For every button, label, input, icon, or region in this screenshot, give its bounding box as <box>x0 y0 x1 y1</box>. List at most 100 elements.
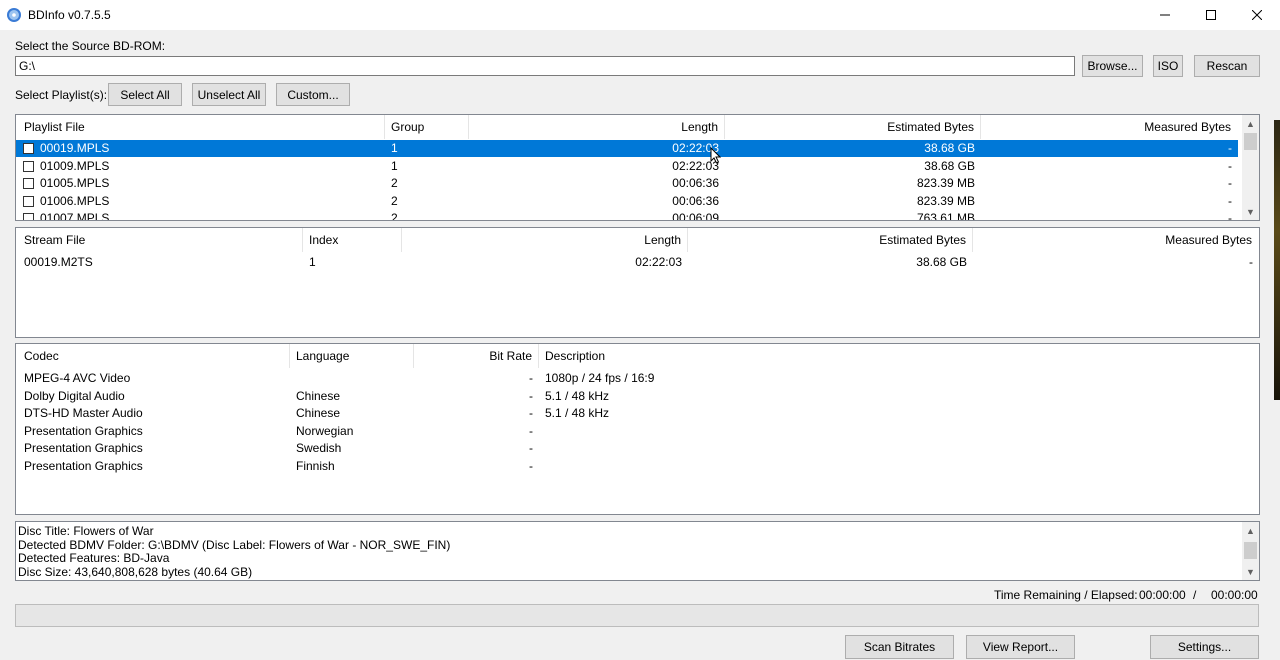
codec-row[interactable]: MPEG-4 AVC Video - 1080p / 24 fps / 16:9 <box>16 370 1259 387</box>
playlist-measured-bytes: - <box>1228 141 1232 155</box>
codec-row[interactable]: Presentation Graphics Swedish - <box>16 440 1259 457</box>
time-remaining-label: Time Remaining / Elapsed: <box>994 588 1138 602</box>
scan-bitrates-button[interactable]: Scan Bitrates <box>845 635 954 659</box>
playlist-row[interactable]: 01009.MPLS 1 02:22:03 38.68 GB - <box>16 158 1238 175</box>
playlist-length: 00:06:36 <box>672 193 719 208</box>
minimize-button[interactable] <box>1142 0 1188 30</box>
scan-progress-bar <box>15 604 1259 627</box>
playlist-estimated-bytes: 823.39 MB <box>916 193 975 208</box>
codec-language: Finnish <box>296 458 335 473</box>
codec-row[interactable]: Presentation Graphics Finnish - <box>16 458 1259 475</box>
playlist-checkbox[interactable] <box>23 195 34 207</box>
column-measured-bytes[interactable]: Measured Bytes <box>981 115 1237 139</box>
column-index[interactable]: Index <box>303 228 400 252</box>
codec-bit-rate: - <box>529 388 533 403</box>
codec-language: Chinese <box>296 406 341 420</box>
playlist-measured-bytes: - <box>1228 158 1232 173</box>
disc-info-log[interactable]: Disc Title: Flowers of War Detected BDMV… <box>15 521 1260 581</box>
codec-name: MPEG-4 AVC Video <box>24 371 131 385</box>
codec-bit-rate: - <box>529 423 533 438</box>
log-scrollbar[interactable]: ▲ ▼ <box>1242 522 1259 580</box>
desktop-background-edge <box>1274 120 1280 400</box>
playlist-group: 1 <box>391 158 398 173</box>
playlist-file: 01009.MPLS <box>40 158 110 173</box>
codec-description: 5.1 / 48 kHz <box>545 406 610 420</box>
column-group[interactable]: Group <box>385 115 467 139</box>
codec-description <box>539 440 1239 457</box>
codec-name: Dolby Digital Audio <box>24 388 125 403</box>
scroll-down-arrow-icon[interactable]: ▼ <box>1242 563 1259 580</box>
codec-description <box>539 423 1239 440</box>
column-bit-rate[interactable]: Bit Rate <box>414 344 538 368</box>
codec-language: Norwegian <box>296 423 354 438</box>
codec-row[interactable]: DTS-HD Master Audio Chinese - 5.1 / 48 k… <box>16 405 1259 422</box>
window-title: BDInfo v0.7.5.5 <box>28 8 111 22</box>
playlist-estimated-bytes: 38.68 GB <box>924 158 975 173</box>
column-playlist-file[interactable]: Playlist File <box>18 115 383 139</box>
unselect-all-button[interactable]: Unselect All <box>192 83 266 106</box>
scroll-down-arrow-icon[interactable]: ▼ <box>1242 203 1259 220</box>
scroll-up-arrow-icon[interactable]: ▲ <box>1242 115 1259 132</box>
time-separator: / <box>1193 588 1197 602</box>
close-button[interactable] <box>1234 0 1280 30</box>
select-playlists-label: Select Playlist(s): <box>15 88 108 102</box>
playlist-list[interactable]: Playlist File Group Length Estimated Byt… <box>15 114 1260 221</box>
rescan-button[interactable]: Rescan <box>1194 55 1260 77</box>
column-stream-file[interactable]: Stream File <box>18 228 302 252</box>
stream-file: 00019.M2TS <box>24 255 93 269</box>
playlist-checkbox[interactable] <box>23 143 34 154</box>
codec-row[interactable]: Presentation Graphics Norwegian - <box>16 423 1259 440</box>
stream-estimated-bytes: 38.68 GB <box>916 255 967 269</box>
playlist-row[interactable]: 00019.MPLS 1 02:22:03 38.68 GB - <box>16 140 1238 157</box>
playlist-checkbox[interactable] <box>23 213 34 220</box>
playlist-length: 02:22:03 <box>672 141 719 155</box>
column-description[interactable]: Description <box>539 344 1239 368</box>
stream-row[interactable]: 00019.M2TS 1 02:22:03 38.68 GB - <box>16 254 1259 271</box>
codec-name: Presentation Graphics <box>24 458 143 473</box>
minimize-icon <box>1160 14 1170 16</box>
custom-button[interactable]: Custom... <box>276 83 350 106</box>
column-estimated-bytes[interactable]: Estimated Bytes <box>725 115 980 139</box>
stream-file-list[interactable]: Stream File Index Length Estimated Bytes… <box>15 227 1260 338</box>
column-codec[interactable]: Codec <box>18 344 288 368</box>
playlist-file: 01006.MPLS <box>40 193 110 208</box>
codec-bit-rate: - <box>529 441 533 455</box>
column-length[interactable]: Length <box>402 228 687 252</box>
codec-description <box>539 458 1239 475</box>
log-line: Detected BDMV Folder: G:\BDMV (Disc Labe… <box>18 537 451 552</box>
maximize-icon <box>1206 10 1216 20</box>
column-measured-bytes[interactable]: Measured Bytes <box>973 228 1258 252</box>
playlist-row[interactable]: 01006.MPLS 2 00:06:36 823.39 MB - <box>16 193 1238 210</box>
codec-row[interactable]: Dolby Digital Audio Chinese - 5.1 / 48 k… <box>16 388 1259 405</box>
log-line: Disc Title: Flowers of War <box>18 524 154 538</box>
scroll-thumb[interactable] <box>1244 542 1257 559</box>
playlist-measured-bytes: - <box>1228 211 1232 221</box>
log-line: Detected Features: BD-Java <box>18 551 170 565</box>
codec-name: DTS-HD Master Audio <box>24 406 143 420</box>
source-path-input[interactable] <box>15 56 1075 76</box>
settings-button[interactable]: Settings... <box>1150 635 1259 659</box>
playlist-file: 01005.MPLS <box>40 176 110 190</box>
playlist-group: 2 <box>391 176 398 190</box>
iso-button[interactable]: ISO <box>1153 55 1183 77</box>
playlist-length: 02:22:03 <box>672 158 719 173</box>
column-language[interactable]: Language <box>290 344 412 368</box>
column-length[interactable]: Length <box>469 115 724 139</box>
select-all-button[interactable]: Select All <box>108 83 182 106</box>
column-estimated-bytes[interactable]: Estimated Bytes <box>688 228 972 252</box>
playlist-checkbox[interactable] <box>23 178 34 189</box>
playlist-group: 1 <box>391 141 398 155</box>
mouse-cursor-icon <box>710 147 721 164</box>
maximize-button[interactable] <box>1188 0 1234 30</box>
bdinfo-disc-icon <box>6 7 22 23</box>
browse-button[interactable]: Browse... <box>1082 55 1143 77</box>
playlist-checkbox[interactable] <box>23 160 34 172</box>
codec-list[interactable]: Codec Language Bit Rate Description MPEG… <box>15 343 1260 515</box>
view-report-button[interactable]: View Report... <box>966 635 1075 659</box>
playlist-scrollbar[interactable]: ▲ ▼ <box>1242 115 1259 220</box>
scroll-thumb[interactable] <box>1244 133 1257 150</box>
playlist-row[interactable]: 01005.MPLS 2 00:06:36 823.39 MB - <box>16 175 1238 192</box>
playlist-length: 00:06:09 <box>672 211 719 221</box>
playlist-row[interactable]: 01007.MPLS 2 00:06:09 763.61 MB - <box>16 210 1238 221</box>
scroll-up-arrow-icon[interactable]: ▲ <box>1242 522 1259 539</box>
